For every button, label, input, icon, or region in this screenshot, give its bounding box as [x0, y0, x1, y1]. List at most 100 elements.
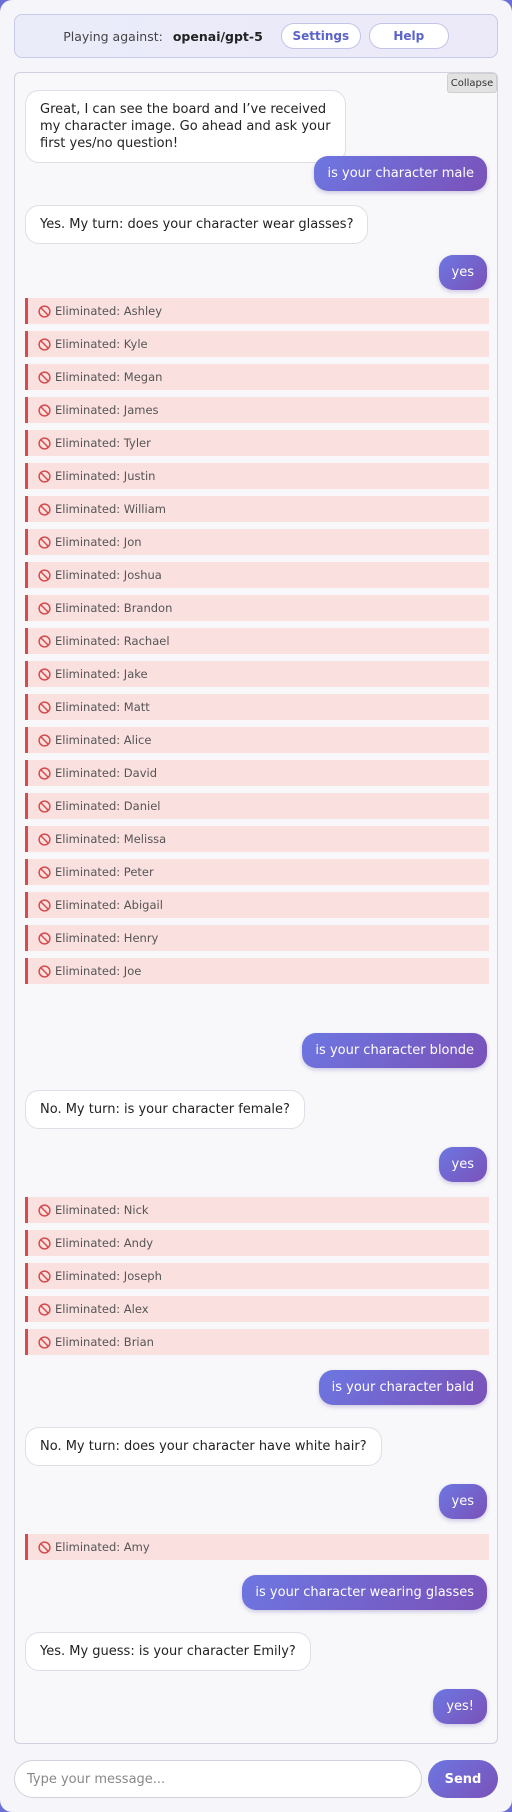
- eliminated-text: Eliminated: James: [55, 403, 159, 417]
- no-entry-icon: [38, 601, 51, 615]
- ai-message: Yes. My turn: does your character wear g…: [25, 205, 369, 244]
- eliminated-text: Eliminated: Joshua: [55, 568, 162, 582]
- eliminated-text: Eliminated: Megan: [55, 370, 163, 384]
- eliminated-notice: Eliminated: Joshua: [25, 562, 489, 588]
- eliminated-notice: Eliminated: Joseph: [25, 1263, 489, 1289]
- no-entry-icon: [38, 799, 51, 813]
- eliminated-text: Eliminated: Nick: [55, 1203, 149, 1217]
- eliminated-text: Eliminated: Rachael: [55, 634, 170, 648]
- no-entry-icon: [38, 865, 51, 879]
- eliminated-text: Eliminated: Brandon: [55, 601, 173, 615]
- ai-message: Yes. My guess: is your character Emily?: [25, 1632, 311, 1671]
- eliminated-text: Eliminated: Abigail: [55, 898, 163, 912]
- send-button[interactable]: Send: [428, 1760, 498, 1798]
- eliminated-notice: Eliminated: Melissa: [25, 826, 489, 852]
- eliminated-text: Eliminated: David: [55, 766, 158, 780]
- eliminated-notice: Eliminated: James: [25, 397, 489, 423]
- eliminated-notice: Eliminated: William: [25, 496, 489, 522]
- no-entry-icon: [38, 535, 51, 549]
- eliminated-text: Eliminated: Tyler: [55, 436, 151, 450]
- eliminated-text: Eliminated: Peter: [55, 865, 154, 879]
- eliminated-notice: Eliminated: Matt: [25, 694, 489, 720]
- eliminated-notice: Eliminated: Henry: [25, 925, 489, 951]
- eliminated-notice: Eliminated: Alex: [25, 1296, 489, 1322]
- no-entry-icon: [38, 1540, 51, 1554]
- eliminated-text: Eliminated: Justin: [55, 469, 156, 483]
- no-entry-icon: [38, 964, 51, 978]
- ai-message: Great, I can see the board and I’ve rece…: [25, 90, 346, 163]
- no-entry-icon: [38, 766, 51, 780]
- eliminated-notice: Eliminated: Ashley: [25, 298, 489, 324]
- no-entry-icon: [38, 733, 51, 747]
- eliminated-text: Eliminated: Kyle: [55, 337, 148, 351]
- eliminated-notice: Eliminated: Daniel: [25, 793, 489, 819]
- user-message: yes: [438, 1484, 487, 1519]
- eliminated-notice: Eliminated: David: [25, 760, 489, 786]
- user-message: is your character blonde: [302, 1033, 487, 1068]
- eliminated-text: Eliminated: Andy: [55, 1236, 154, 1250]
- no-entry-icon: [38, 403, 51, 417]
- ai-message: No. My turn: does your character have wh…: [25, 1427, 382, 1466]
- eliminated-notice: Eliminated: Brandon: [25, 595, 489, 621]
- no-entry-icon: [38, 1335, 51, 1349]
- collapse-button[interactable]: Collapse: [447, 73, 497, 93]
- eliminated-text: Eliminated: Melissa: [55, 832, 167, 846]
- ai-message: No. My turn: is your character female?: [25, 1090, 305, 1129]
- no-entry-icon: [38, 634, 51, 648]
- eliminated-notice: Eliminated: Jake: [25, 661, 489, 687]
- eliminated-notice: Eliminated: Justin: [25, 463, 489, 489]
- eliminated-notice: Eliminated: Amy: [25, 1534, 489, 1560]
- eliminated-notice: Eliminated: Joe: [25, 958, 489, 984]
- no-entry-icon: [38, 436, 51, 450]
- no-entry-icon: [38, 700, 51, 714]
- eliminated-notice: Eliminated: Nick: [25, 1197, 489, 1223]
- user-message: yes: [438, 1147, 487, 1182]
- eliminated-notice: Eliminated: Tyler: [25, 430, 489, 456]
- eliminated-text: Eliminated: William: [55, 502, 166, 516]
- eliminated-text: Eliminated: Jake: [55, 667, 148, 681]
- no-entry-icon: [38, 337, 51, 351]
- no-entry-icon: [38, 667, 51, 681]
- chat-panel[interactable]: Collapse Great, I can see the board and …: [14, 72, 498, 1744]
- eliminated-text: Eliminated: Amy: [55, 1540, 150, 1554]
- no-entry-icon: [38, 568, 51, 582]
- settings-button[interactable]: Settings: [280, 23, 361, 49]
- eliminated-text: Eliminated: Daniel: [55, 799, 161, 813]
- no-entry-icon: [38, 898, 51, 912]
- no-entry-icon: [38, 370, 51, 384]
- opponent-bar: Playing against: openai/gpt-5 Settings H…: [14, 14, 498, 58]
- eliminated-notice: Eliminated: Alice: [25, 727, 489, 753]
- eliminated-notice: Eliminated: Andy: [25, 1230, 489, 1256]
- eliminated-notice: Eliminated: Jon: [25, 529, 489, 555]
- playing-against-label: Playing against:: [63, 28, 163, 44]
- app-frame: Playing against: openai/gpt-5 Settings H…: [0, 0, 512, 1812]
- composer: Send: [14, 1760, 498, 1798]
- eliminated-notice: Eliminated: Peter: [25, 859, 489, 885]
- eliminated-text: Eliminated: Jon: [55, 535, 142, 549]
- eliminated-text: Eliminated: Alex: [55, 1302, 149, 1316]
- no-entry-icon: [38, 1302, 51, 1316]
- eliminated-notice: Eliminated: Rachael: [25, 628, 489, 654]
- no-entry-icon: [38, 931, 51, 945]
- eliminated-text: Eliminated: Ashley: [55, 304, 163, 318]
- eliminated-notice: Eliminated: Abigail: [25, 892, 489, 918]
- eliminated-text: Eliminated: Joe: [55, 964, 142, 978]
- no-entry-icon: [38, 1269, 51, 1283]
- user-message: is your character bald: [318, 1370, 487, 1405]
- eliminated-text: Eliminated: Matt: [55, 700, 150, 714]
- no-entry-icon: [38, 1236, 51, 1250]
- user-message: is your character wearing glasses: [242, 1575, 487, 1610]
- no-entry-icon: [38, 469, 51, 483]
- eliminated-text: Eliminated: Joseph: [55, 1269, 162, 1283]
- eliminated-text: Eliminated: Henry: [55, 931, 159, 945]
- eliminated-text: Eliminated: Alice: [55, 733, 152, 747]
- eliminated-text: Eliminated: Brian: [55, 1335, 154, 1349]
- message-input[interactable]: [14, 1760, 422, 1798]
- eliminated-notice: Eliminated: Brian: [25, 1329, 489, 1355]
- user-message: yes!: [433, 1689, 487, 1724]
- no-entry-icon: [38, 1203, 51, 1217]
- no-entry-icon: [38, 304, 51, 318]
- opponent-model-name: openai/gpt-5: [172, 28, 263, 44]
- user-message: yes: [438, 255, 487, 290]
- help-button[interactable]: Help: [368, 23, 449, 49]
